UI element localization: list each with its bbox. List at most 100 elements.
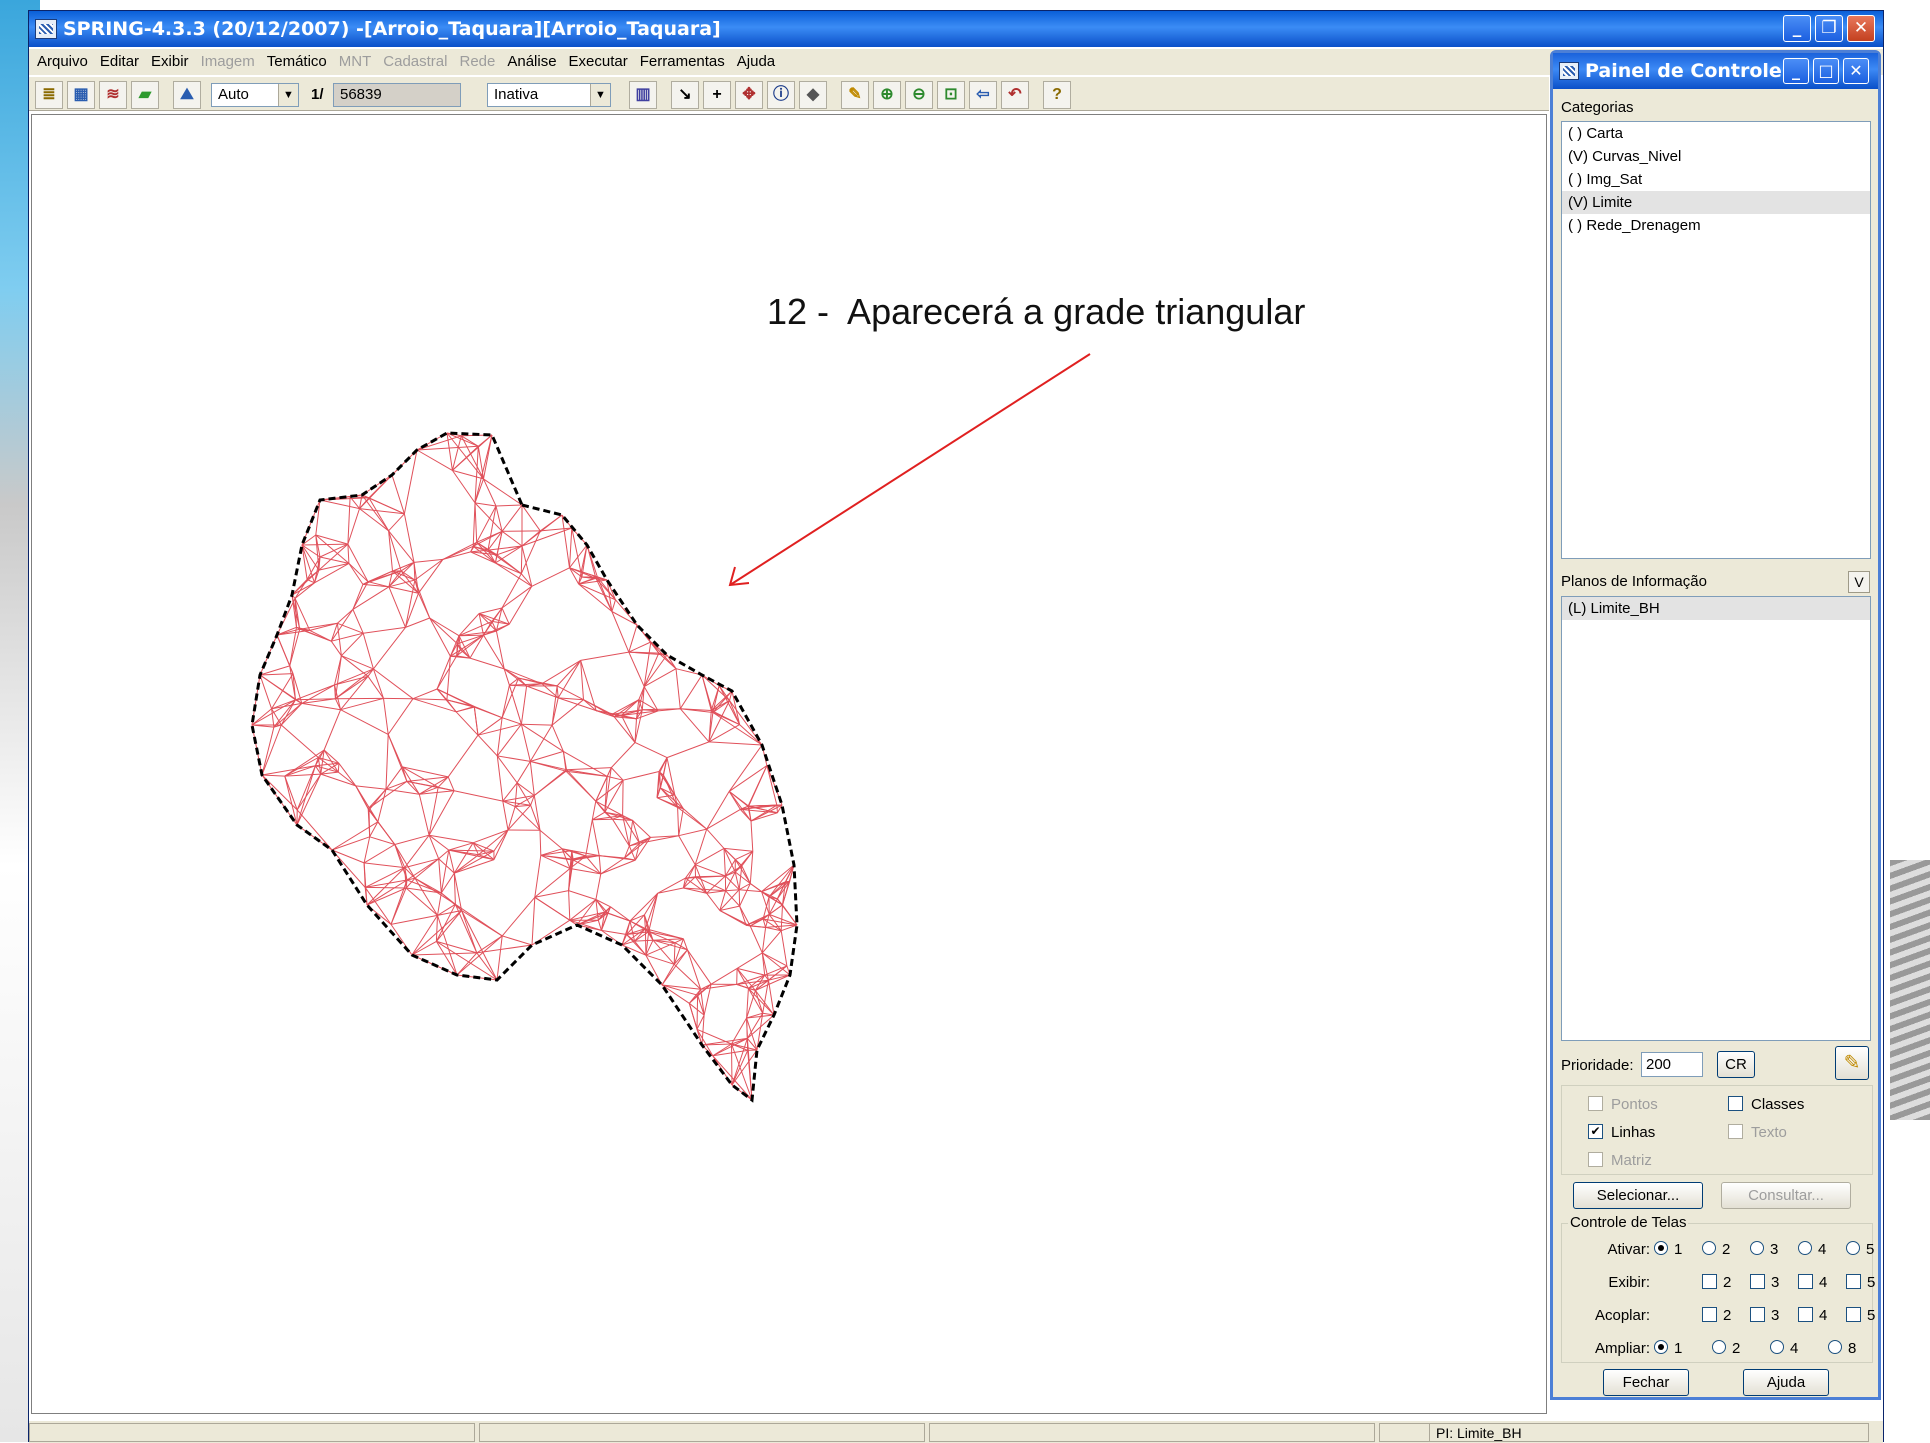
menu-mnt[interactable]: MNT: [339, 53, 372, 70]
cursor-icon[interactable]: ↘: [671, 81, 699, 109]
table-icon[interactable]: ▥: [629, 81, 657, 109]
acoplar-option-4[interactable]: 4: [1798, 1304, 1827, 1328]
mesh-edge: [413, 689, 437, 699]
ajuda-button[interactable]: Ajuda: [1743, 1369, 1829, 1396]
mesh-edge: [413, 699, 447, 700]
layers-icon[interactable]: ≋: [99, 81, 127, 109]
pan-icon[interactable]: ✥: [735, 81, 763, 109]
category-item[interactable]: ( ) Rede_Drenagem: [1562, 214, 1870, 237]
info-icon[interactable]: ⓘ: [767, 81, 795, 109]
cr-button[interactable]: CR: [1717, 1051, 1755, 1078]
zoom-in-icon[interactable]: ⊕: [873, 81, 901, 109]
planos-v-button[interactable]: V: [1848, 571, 1870, 593]
plane-icon[interactable]: ▰: [131, 81, 159, 109]
category-item[interactable]: (V) Curvas_Nivel: [1562, 145, 1870, 168]
main-titlebar[interactable]: SPRING-4.3.3 (20/12/2007) -[Arroio_Taqua…: [29, 11, 1883, 47]
panel-minimize-button[interactable]: _: [1783, 58, 1809, 84]
radio-button: [1712, 1340, 1726, 1354]
exibir-option-5[interactable]: 5: [1846, 1271, 1875, 1295]
planos-list[interactable]: (L) Limite_BH: [1561, 596, 1871, 1041]
acoplar-option-2[interactable]: 2: [1702, 1304, 1731, 1328]
ativar-option-2[interactable]: 2: [1702, 1238, 1730, 1262]
ativar-option-1[interactable]: 1: [1654, 1238, 1682, 1262]
restore-button[interactable]: ❐: [1815, 15, 1843, 42]
control-panel-titlebar[interactable]: Painel de Controle _ □ ✕: [1553, 53, 1878, 89]
mesh-edge: [739, 866, 742, 890]
ativar-option-3[interactable]: 3: [1750, 1238, 1778, 1262]
back-icon[interactable]: ⇦: [969, 81, 997, 109]
category-item[interactable]: ( ) Carta: [1562, 122, 1870, 145]
menu-ferramentas[interactable]: Ferramentas: [640, 53, 725, 70]
ampliar-option-4[interactable]: 4: [1770, 1337, 1798, 1361]
prioridade-input[interactable]: 200: [1641, 1052, 1703, 1077]
acoplar-option-5[interactable]: 5: [1846, 1304, 1875, 1328]
mesh-edge: [297, 810, 332, 850]
plano-item[interactable]: (L) Limite_BH: [1562, 597, 1870, 620]
mesh-edge: [332, 850, 365, 887]
menu-analise[interactable]: Análise: [507, 53, 556, 70]
edit-icon[interactable]: ✎: [1835, 1046, 1869, 1080]
ampliar-option-1[interactable]: 1: [1654, 1337, 1682, 1361]
consultar-button[interactable]: Consultar...: [1721, 1182, 1851, 1209]
mesh-edge: [679, 836, 696, 865]
menu-executar[interactable]: Executar: [569, 53, 628, 70]
menu-ajuda[interactable]: Ajuda: [737, 53, 775, 70]
scale-mode-select[interactable]: Auto ▼: [211, 83, 299, 107]
zoom-area-icon[interactable]: ⊡: [937, 81, 965, 109]
fechar-button[interactable]: Fechar: [1603, 1369, 1689, 1396]
acoplar-option-3[interactable]: 3: [1750, 1304, 1779, 1328]
add-icon[interactable]: +: [703, 81, 731, 109]
ativar-option-4[interactable]: 4: [1798, 1238, 1826, 1262]
close-button[interactable]: ✕: [1847, 15, 1875, 42]
help-icon[interactable]: ?: [1043, 81, 1071, 109]
categories-list[interactable]: ( ) Carta(V) Curvas_Nivel( ) Img_Sat(V) …: [1561, 121, 1871, 559]
mesh-edge: [679, 809, 684, 836]
linhas-checkbox[interactable]: ✔Linhas: [1588, 1124, 1655, 1142]
mesh-edge: [365, 887, 406, 888]
category-item[interactable]: ( ) Img_Sat: [1562, 168, 1870, 191]
scale-value-field[interactable]: 56839: [333, 83, 461, 107]
database-icon[interactable]: ≣: [35, 81, 63, 109]
map-canvas[interactable]: 12 - Aparecerá a grade triangular: [31, 114, 1547, 1414]
classes-checkbox[interactable]: Classes: [1728, 1096, 1804, 1114]
minimize-button[interactable]: _: [1783, 15, 1811, 42]
mesh-edge: [502, 718, 521, 725]
menu-tematico[interactable]: Temático: [267, 53, 327, 70]
mode-select[interactable]: Inativa ▼: [487, 83, 611, 107]
control-panel-title: Painel de Controle: [1585, 60, 1782, 82]
menu-cadastral[interactable]: Cadastral: [383, 53, 447, 70]
menu-editar[interactable]: Editar: [100, 53, 139, 70]
ampliar-option-2[interactable]: 2: [1712, 1337, 1740, 1361]
chevron-down-icon[interactable]: ▼: [278, 84, 298, 106]
mesh-edge: [477, 936, 502, 953]
undo-icon[interactable]: ↶: [1001, 81, 1029, 109]
mesh-edge: [356, 786, 368, 809]
project-icon[interactable]: ▦: [67, 81, 95, 109]
zoom-out-icon[interactable]: ⊖: [905, 81, 933, 109]
map-icon[interactable]: ⛰: [173, 81, 201, 109]
texto-checkbox[interactable]: Texto: [1728, 1124, 1787, 1142]
mesh-edge: [689, 989, 700, 1003]
exibir-option-3[interactable]: 3: [1750, 1271, 1779, 1295]
category-item[interactable]: (V) Limite: [1562, 191, 1870, 214]
pontos-checkbox[interactable]: Pontos: [1588, 1096, 1658, 1114]
chevron-down-icon[interactable]: ▼: [590, 84, 610, 106]
ampliar-option-8[interactable]: 8: [1828, 1337, 1856, 1361]
matriz-checkbox[interactable]: Matriz: [1588, 1152, 1652, 1170]
panel-maximize-button[interactable]: □: [1813, 58, 1839, 84]
exibir-option-2[interactable]: 2: [1702, 1271, 1731, 1295]
panel-close-button[interactable]: ✕: [1843, 58, 1869, 84]
ativar-option-5[interactable]: 5: [1846, 1238, 1874, 1262]
edit-icon[interactable]: ✎: [841, 81, 869, 109]
mesh-edge: [349, 563, 363, 584]
menu-rede[interactable]: Rede: [459, 53, 495, 70]
menu-exibir[interactable]: Exibir: [151, 53, 189, 70]
drop-icon[interactable]: ◆: [799, 81, 827, 109]
mesh-edge: [302, 703, 341, 709]
selecionar-button[interactable]: Selecionar...: [1573, 1182, 1703, 1209]
menu-imagem[interactable]: Imagem: [201, 53, 255, 70]
checkbox-box: [1750, 1307, 1765, 1322]
menu-arquivo[interactable]: Arquivo: [37, 53, 88, 70]
exibir-option-4[interactable]: 4: [1798, 1271, 1827, 1295]
pontos-label: Pontos: [1611, 1096, 1658, 1113]
